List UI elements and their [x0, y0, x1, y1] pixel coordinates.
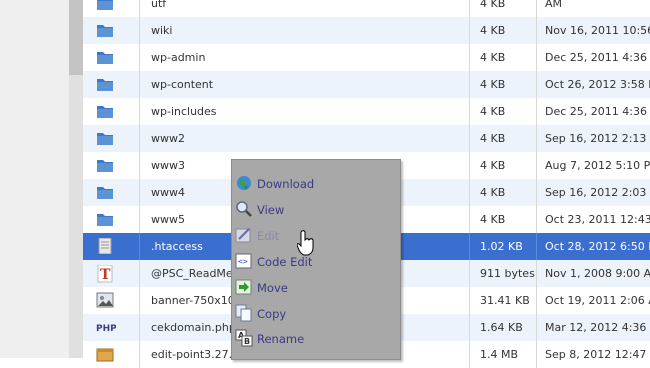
file-name[interactable]: wp-admin — [151, 44, 205, 71]
file-date: Sep 16, 2012 2:03 PM — [545, 186, 650, 199]
file-name[interactable]: wp-content — [151, 71, 213, 98]
file-name[interactable]: www4 — [151, 179, 185, 206]
file-size: 31.41 KB — [480, 294, 530, 307]
file-date: Oct 26, 2012 3:58 PM — [545, 78, 650, 91]
file-size: 4 KB — [480, 0, 506, 10]
file-name[interactable]: www3 — [151, 152, 185, 179]
file-name[interactable]: utf — [151, 0, 166, 17]
file-date: Sep 16, 2012 2:13 PM — [545, 132, 650, 145]
file-name[interactable]: www5 — [151, 206, 185, 233]
text-file-icon — [96, 237, 114, 255]
folder-icon — [96, 22, 114, 38]
file-date: Nov 1, 2008 9:00 AM — [545, 267, 650, 280]
file-size: 4 KB — [480, 213, 506, 226]
file-name[interactable]: @PSC_ReadMe_ — [151, 260, 238, 287]
menu-item-download[interactable]: Download — [232, 172, 400, 196]
move-arrow-icon — [235, 278, 253, 296]
svg-text:<>: <> — [238, 257, 248, 266]
menu-item-edit[interactable]: Edit — [232, 224, 400, 248]
table-row[interactable]: wp-admin 4 KB Dec 25, 2011 4:36 PM — [83, 44, 650, 71]
folder-icon — [96, 130, 114, 146]
rtf-file-icon: T — [96, 264, 114, 283]
file-size: 4 KB — [480, 24, 506, 37]
menu-label: Download — [257, 177, 315, 191]
image-file-icon — [96, 292, 114, 308]
table-row[interactable]: wp-includes 4 KB Dec 25, 2011 4:36 PM — [83, 98, 650, 125]
rename-icon: AB — [235, 329, 253, 347]
menu-item-move[interactable]: Move — [232, 276, 400, 300]
svg-text:PHP: PHP — [96, 324, 116, 334]
file-date: Dec 25, 2011 4:36 PM — [545, 51, 650, 64]
scrollbar-thumb[interactable] — [69, 0, 83, 75]
menu-label: View — [257, 203, 285, 217]
folder-icon — [96, 49, 114, 65]
svg-text:B: B — [244, 337, 250, 346]
menu-item-copy[interactable]: Copy — [232, 302, 400, 326]
pencil-icon — [235, 226, 253, 244]
file-date: Dec 25, 2011 4:36 PM — [545, 105, 650, 118]
file-date: Sep 8, 2012 12:47 PM — [545, 348, 650, 361]
file-date: AM — [545, 0, 563, 10]
file-size: 1.4 MB — [480, 348, 519, 361]
file-size: 4 KB — [480, 78, 506, 91]
code-icon: <> — [235, 252, 253, 270]
menu-label: Move — [257, 281, 288, 295]
left-panel — [0, 0, 69, 358]
zip-file-icon — [96, 346, 114, 362]
file-name[interactable]: cekdomain.php — [151, 314, 236, 341]
table-row[interactable]: www2 4 KB Sep 16, 2012 2:13 PM — [83, 125, 650, 152]
file-size: 1.02 KB — [480, 240, 523, 253]
file-size: 4 KB — [480, 132, 506, 145]
table-row[interactable]: utf 4 KB AM — [83, 0, 650, 17]
menu-item-rename[interactable]: AB Rename — [232, 327, 400, 351]
file-date: Oct 23, 2011 12:43 PM — [545, 213, 650, 226]
svg-text:T: T — [100, 267, 111, 283]
file-size: 4 KB — [480, 105, 506, 118]
menu-item-view[interactable]: View — [232, 198, 400, 222]
file-size: 4 KB — [480, 159, 506, 172]
file-size: 4 KB — [480, 51, 506, 64]
file-name[interactable]: banner-750x100 — [151, 287, 242, 314]
hand-cursor-icon — [297, 230, 314, 256]
file-date: Oct 28, 2012 6:50 PM — [545, 240, 650, 253]
menu-label: Copy — [257, 307, 287, 321]
table-row[interactable]: wp-content 4 KB Oct 26, 2012 3:58 PM — [83, 71, 650, 98]
folder-icon — [96, 184, 114, 200]
file-size: 911 bytes — [480, 267, 535, 280]
copy-icon — [235, 304, 253, 322]
file-size: 1.64 KB — [480, 321, 523, 334]
file-date: Aug 7, 2012 5:10 PM — [545, 159, 650, 172]
folder-icon — [96, 103, 114, 119]
magnifier-icon — [235, 200, 253, 218]
file-date: Mar 12, 2012 4:36 PM — [545, 321, 650, 334]
file-name[interactable]: wp-includes — [151, 98, 217, 125]
file-name[interactable]: wiki — [151, 17, 172, 44]
menu-item-code-edit[interactable]: <> Code Edit — [232, 250, 400, 274]
file-date: Oct 19, 2011 2:06 AM — [545, 294, 650, 307]
php-file-icon: PHP — [96, 319, 117, 335]
folder-icon — [96, 76, 114, 92]
file-size: 4 KB — [480, 186, 506, 199]
menu-label: Rename — [257, 332, 305, 346]
table-row[interactable]: wiki 4 KB Nov 16, 2011 10:56 PM — [83, 17, 650, 44]
file-date: Nov 16, 2011 10:56 PM — [545, 24, 650, 37]
menu-label: Edit — [257, 229, 280, 243]
file-name[interactable]: .htaccess — [151, 233, 203, 260]
file-name[interactable]: www2 — [151, 125, 185, 152]
globe-download-icon — [235, 174, 253, 192]
context-menu: Download View Edit <> Code Edit Move Cop… — [231, 159, 401, 360]
folder-icon — [96, 211, 114, 227]
folder-icon — [96, 157, 114, 173]
folder-icon — [96, 0, 114, 11]
